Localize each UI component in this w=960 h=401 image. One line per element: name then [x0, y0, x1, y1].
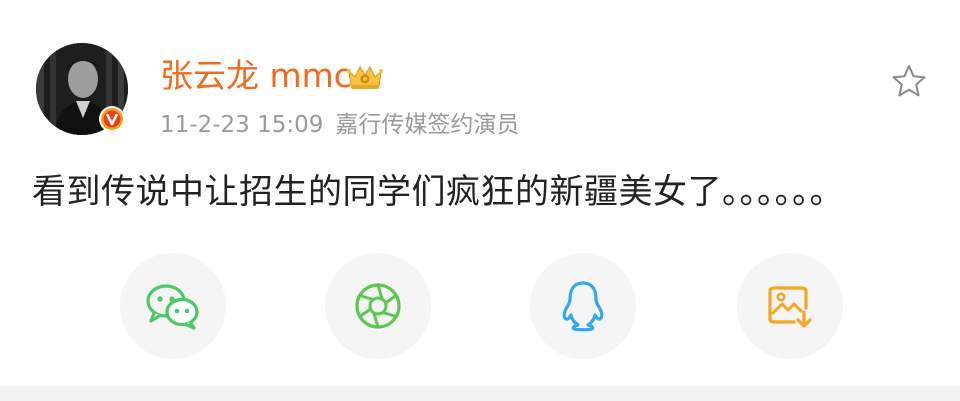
post-meta: 11-2-23 15:09 嘉行传媒签约演员 — [160, 110, 519, 140]
verified-badge-icon — [99, 106, 125, 132]
save-image-button[interactable] — [737, 253, 843, 359]
crown-icon[interactable] — [345, 62, 385, 92]
avatar[interactable] — [36, 43, 128, 135]
weibo-post-card: 张云龙 mmc 11-2-23 15:09 嘉行传媒签约演员 看到传说中让招生的同… — [0, 0, 960, 386]
post-text: 看到传说中让招生的同学们疯狂的新疆美女了。。。。。。 — [32, 172, 844, 212]
wechat-icon — [146, 284, 199, 330]
share-qq-button[interactable] — [530, 253, 636, 359]
username[interactable]: 张云龙 mmc — [160, 56, 352, 96]
star-icon[interactable] — [890, 62, 928, 100]
moments-icon — [355, 283, 401, 329]
post-timestamp: 11-2-23 15:09 — [160, 112, 324, 138]
post-source: 嘉行传媒签约演员 — [335, 112, 520, 138]
share-moments-button[interactable] — [325, 253, 431, 359]
share-wechat-button[interactable] — [120, 253, 226, 359]
save-image-icon — [768, 286, 812, 328]
qq-icon — [562, 281, 604, 332]
bottom-divider — [0, 386, 960, 401]
